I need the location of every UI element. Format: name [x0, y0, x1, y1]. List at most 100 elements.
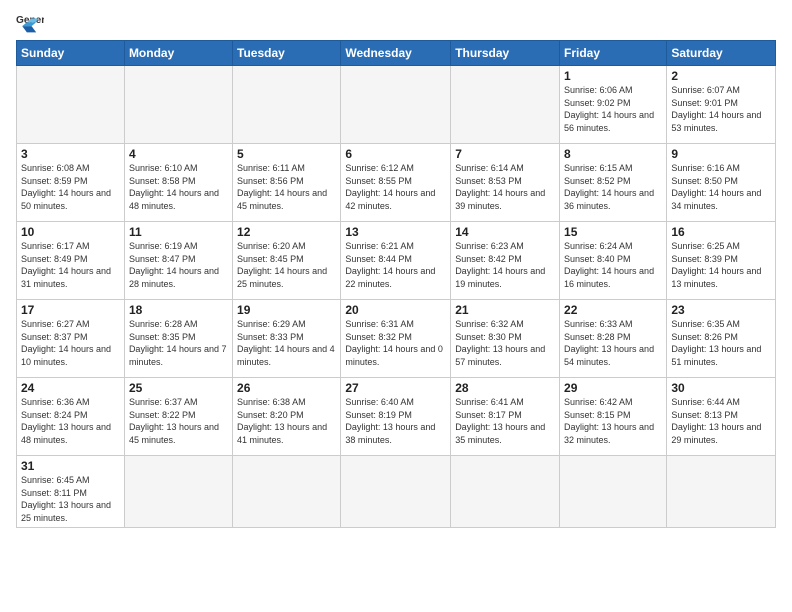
day-number: 26: [237, 381, 336, 395]
day-number: 20: [345, 303, 446, 317]
week-row-6: 31Sunrise: 6:45 AM Sunset: 8:11 PM Dayli…: [17, 456, 776, 528]
day-info: Sunrise: 6:06 AM Sunset: 9:02 PM Dayligh…: [564, 84, 662, 134]
day-number: 3: [21, 147, 120, 161]
day-number: 10: [21, 225, 120, 239]
day-cell: [667, 456, 776, 528]
weekday-header-thursday: Thursday: [451, 41, 560, 66]
day-number: 1: [564, 69, 662, 83]
day-cell: [17, 66, 125, 144]
day-cell: 4Sunrise: 6:10 AM Sunset: 8:58 PM Daylig…: [124, 144, 232, 222]
weekday-header-row: SundayMondayTuesdayWednesdayThursdayFrid…: [17, 41, 776, 66]
day-info: Sunrise: 6:36 AM Sunset: 8:24 PM Dayligh…: [21, 396, 120, 446]
header: General: [16, 12, 776, 34]
day-number: 11: [129, 225, 228, 239]
day-cell: 27Sunrise: 6:40 AM Sunset: 8:19 PM Dayli…: [341, 378, 451, 456]
day-cell: 3Sunrise: 6:08 AM Sunset: 8:59 PM Daylig…: [17, 144, 125, 222]
day-cell: 25Sunrise: 6:37 AM Sunset: 8:22 PM Dayli…: [124, 378, 232, 456]
day-info: Sunrise: 6:11 AM Sunset: 8:56 PM Dayligh…: [237, 162, 336, 212]
day-cell: 16Sunrise: 6:25 AM Sunset: 8:39 PM Dayli…: [667, 222, 776, 300]
day-number: 29: [564, 381, 662, 395]
day-cell: 17Sunrise: 6:27 AM Sunset: 8:37 PM Dayli…: [17, 300, 125, 378]
day-info: Sunrise: 6:35 AM Sunset: 8:26 PM Dayligh…: [671, 318, 771, 368]
week-row-2: 3Sunrise: 6:08 AM Sunset: 8:59 PM Daylig…: [17, 144, 776, 222]
page: General SundayMondayTuesdayWednesdayThur…: [0, 0, 792, 536]
day-info: Sunrise: 6:31 AM Sunset: 8:32 PM Dayligh…: [345, 318, 446, 368]
day-number: 31: [21, 459, 120, 473]
day-cell: 31Sunrise: 6:45 AM Sunset: 8:11 PM Dayli…: [17, 456, 125, 528]
day-cell: [124, 66, 232, 144]
day-info: Sunrise: 6:16 AM Sunset: 8:50 PM Dayligh…: [671, 162, 771, 212]
day-info: Sunrise: 6:42 AM Sunset: 8:15 PM Dayligh…: [564, 396, 662, 446]
day-info: Sunrise: 6:44 AM Sunset: 8:13 PM Dayligh…: [671, 396, 771, 446]
day-info: Sunrise: 6:08 AM Sunset: 8:59 PM Dayligh…: [21, 162, 120, 212]
day-info: Sunrise: 6:32 AM Sunset: 8:30 PM Dayligh…: [455, 318, 555, 368]
day-number: 4: [129, 147, 228, 161]
day-cell: [233, 66, 341, 144]
logo: General: [16, 12, 48, 34]
day-number: 27: [345, 381, 446, 395]
day-cell: [124, 456, 232, 528]
day-info: Sunrise: 6:45 AM Sunset: 8:11 PM Dayligh…: [21, 474, 120, 524]
day-info: Sunrise: 6:12 AM Sunset: 8:55 PM Dayligh…: [345, 162, 446, 212]
weekday-header-sunday: Sunday: [17, 41, 125, 66]
day-cell: 2Sunrise: 6:07 AM Sunset: 9:01 PM Daylig…: [667, 66, 776, 144]
day-cell: 20Sunrise: 6:31 AM Sunset: 8:32 PM Dayli…: [341, 300, 451, 378]
day-cell: 19Sunrise: 6:29 AM Sunset: 8:33 PM Dayli…: [233, 300, 341, 378]
day-number: 28: [455, 381, 555, 395]
day-info: Sunrise: 6:23 AM Sunset: 8:42 PM Dayligh…: [455, 240, 555, 290]
day-cell: [341, 66, 451, 144]
day-cell: [233, 456, 341, 528]
day-info: Sunrise: 6:17 AM Sunset: 8:49 PM Dayligh…: [21, 240, 120, 290]
day-info: Sunrise: 6:38 AM Sunset: 8:20 PM Dayligh…: [237, 396, 336, 446]
day-cell: 23Sunrise: 6:35 AM Sunset: 8:26 PM Dayli…: [667, 300, 776, 378]
day-info: Sunrise: 6:20 AM Sunset: 8:45 PM Dayligh…: [237, 240, 336, 290]
day-cell: 24Sunrise: 6:36 AM Sunset: 8:24 PM Dayli…: [17, 378, 125, 456]
day-cell: 29Sunrise: 6:42 AM Sunset: 8:15 PM Dayli…: [560, 378, 667, 456]
day-number: 9: [671, 147, 771, 161]
week-row-1: 1Sunrise: 6:06 AM Sunset: 9:02 PM Daylig…: [17, 66, 776, 144]
day-cell: 12Sunrise: 6:20 AM Sunset: 8:45 PM Dayli…: [233, 222, 341, 300]
day-info: Sunrise: 6:14 AM Sunset: 8:53 PM Dayligh…: [455, 162, 555, 212]
day-number: 23: [671, 303, 771, 317]
weekday-header-saturday: Saturday: [667, 41, 776, 66]
day-cell: [341, 456, 451, 528]
day-cell: 15Sunrise: 6:24 AM Sunset: 8:40 PM Dayli…: [560, 222, 667, 300]
weekday-header-monday: Monday: [124, 41, 232, 66]
day-number: 30: [671, 381, 771, 395]
day-cell: 8Sunrise: 6:15 AM Sunset: 8:52 PM Daylig…: [560, 144, 667, 222]
day-cell: 6Sunrise: 6:12 AM Sunset: 8:55 PM Daylig…: [341, 144, 451, 222]
weekday-header-wednesday: Wednesday: [341, 41, 451, 66]
day-cell: 13Sunrise: 6:21 AM Sunset: 8:44 PM Dayli…: [341, 222, 451, 300]
day-cell: 11Sunrise: 6:19 AM Sunset: 8:47 PM Dayli…: [124, 222, 232, 300]
day-number: 22: [564, 303, 662, 317]
week-row-4: 17Sunrise: 6:27 AM Sunset: 8:37 PM Dayli…: [17, 300, 776, 378]
week-row-3: 10Sunrise: 6:17 AM Sunset: 8:49 PM Dayli…: [17, 222, 776, 300]
day-number: 24: [21, 381, 120, 395]
day-number: 2: [671, 69, 771, 83]
day-number: 8: [564, 147, 662, 161]
calendar: SundayMondayTuesdayWednesdayThursdayFrid…: [16, 40, 776, 528]
day-number: 19: [237, 303, 336, 317]
day-cell: 30Sunrise: 6:44 AM Sunset: 8:13 PM Dayli…: [667, 378, 776, 456]
day-cell: 9Sunrise: 6:16 AM Sunset: 8:50 PM Daylig…: [667, 144, 776, 222]
day-number: 6: [345, 147, 446, 161]
day-number: 18: [129, 303, 228, 317]
day-cell: 14Sunrise: 6:23 AM Sunset: 8:42 PM Dayli…: [451, 222, 560, 300]
day-info: Sunrise: 6:19 AM Sunset: 8:47 PM Dayligh…: [129, 240, 228, 290]
day-cell: 22Sunrise: 6:33 AM Sunset: 8:28 PM Dayli…: [560, 300, 667, 378]
day-info: Sunrise: 6:41 AM Sunset: 8:17 PM Dayligh…: [455, 396, 555, 446]
day-number: 21: [455, 303, 555, 317]
day-cell: 7Sunrise: 6:14 AM Sunset: 8:53 PM Daylig…: [451, 144, 560, 222]
day-cell: [451, 456, 560, 528]
day-info: Sunrise: 6:37 AM Sunset: 8:22 PM Dayligh…: [129, 396, 228, 446]
day-info: Sunrise: 6:07 AM Sunset: 9:01 PM Dayligh…: [671, 84, 771, 134]
day-cell: 5Sunrise: 6:11 AM Sunset: 8:56 PM Daylig…: [233, 144, 341, 222]
day-cell: [560, 456, 667, 528]
day-info: Sunrise: 6:40 AM Sunset: 8:19 PM Dayligh…: [345, 396, 446, 446]
day-number: 16: [671, 225, 771, 239]
day-number: 17: [21, 303, 120, 317]
day-info: Sunrise: 6:15 AM Sunset: 8:52 PM Dayligh…: [564, 162, 662, 212]
day-cell: 10Sunrise: 6:17 AM Sunset: 8:49 PM Dayli…: [17, 222, 125, 300]
day-cell: 1Sunrise: 6:06 AM Sunset: 9:02 PM Daylig…: [560, 66, 667, 144]
day-info: Sunrise: 6:28 AM Sunset: 8:35 PM Dayligh…: [129, 318, 228, 368]
